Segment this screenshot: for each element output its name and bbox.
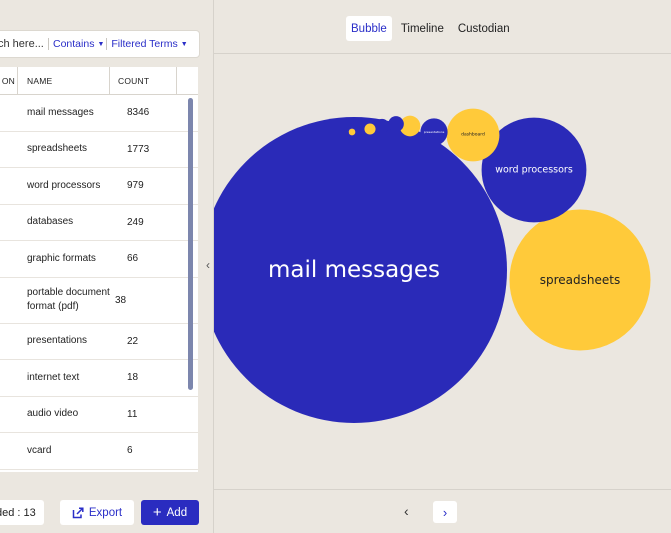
view-tabs: Bubble Timeline Custodian — [346, 16, 519, 41]
search-separator — [48, 38, 49, 50]
export-label: Export — [88, 506, 123, 519]
row-count: 249 — [127, 216, 144, 228]
filtered-terms-dropdown[interactable]: Filtered Terms ▼ — [111, 38, 187, 50]
table-body: mail messages 8346 spreadsheets 1773 word … — [0, 95, 198, 470]
column-header-count[interactable]: COUNT — [110, 67, 177, 94]
add-button[interactable]: + Add — [141, 500, 199, 525]
collapse-panel-icon[interactable]: ‹ — [206, 258, 210, 272]
table-row[interactable]: vcard 6 — [0, 433, 198, 470]
row-count: 8346 — [127, 107, 150, 119]
row-count: 979 — [127, 180, 144, 192]
row-count: 38 — [115, 294, 127, 306]
contains-dropdown[interactable]: Contains ▼ — [53, 38, 104, 50]
bubble-label: mail messages — [268, 257, 440, 283]
table-row[interactable]: portable document format (pdf) 38 — [0, 278, 198, 324]
row-name: mail messages — [27, 106, 94, 118]
row-count: 18 — [127, 372, 139, 384]
file-type-table: ON NAME COUNT mail messages 8346 spreadsh… — [0, 67, 198, 472]
bubble-label: presentations — [424, 130, 445, 134]
selected-count: ded : 13 — [0, 500, 44, 525]
row-count: 1773 — [127, 143, 150, 155]
search-separator-2 — [106, 38, 108, 50]
table-row[interactable]: spreadsheets 1773 — [0, 132, 198, 168]
bubble[interactable] — [348, 128, 356, 136]
previous-page-icon[interactable]: ‹ — [404, 503, 409, 519]
table-row[interactable]: presentations 22 — [0, 324, 198, 360]
row-count: 6 — [127, 445, 133, 457]
contains-dropdown-label: Contains — [53, 38, 95, 50]
table-row[interactable]: internet text 18 — [0, 360, 198, 397]
tab-custodian[interactable]: Custodian — [453, 16, 515, 41]
bubble[interactable] — [364, 123, 376, 135]
row-name: graphic formats — [27, 252, 96, 264]
bubble-chart: mail messages spreadsheets word processors… — [214, 108, 651, 423]
footer-divider — [214, 489, 671, 490]
row-name: spreadsheets — [27, 143, 88, 154]
add-label: Add — [166, 506, 188, 519]
bubble-label: spreadsheets — [540, 273, 620, 287]
row-name: audio video — [27, 408, 79, 419]
tab-bubble[interactable]: Bubble — [346, 16, 392, 41]
row-name: portable document format (pdf) — [27, 286, 110, 313]
row-count: 11 — [127, 408, 138, 420]
column-header-name[interactable]: NAME — [18, 67, 110, 94]
bubble[interactable] — [374, 118, 390, 134]
row-name: word processors — [27, 179, 101, 191]
export-icon — [72, 506, 84, 518]
row-count: 66 — [127, 253, 139, 265]
search-bar[interactable]: ch here... Contains ▼ Filtered Terms ▼ — [0, 31, 199, 57]
row-count: 22 — [127, 335, 139, 347]
table-header: ON NAME COUNT — [0, 67, 198, 95]
table-scrollbar[interactable] — [188, 98, 193, 390]
table-row[interactable]: mail messages 8346 — [0, 95, 198, 132]
chevron-down-icon: ▼ — [180, 40, 188, 48]
filtered-terms-label: Filtered Terms — [111, 38, 178, 50]
search-input[interactable]: ch here... — [0, 38, 46, 50]
table-row[interactable]: graphic formats 66 — [0, 241, 198, 278]
tab-timeline[interactable]: Timeline — [396, 16, 449, 41]
chevron-down-icon: ▼ — [97, 40, 105, 48]
bubble-label: dashboard — [461, 132, 485, 138]
table-row[interactable]: audio video 11 — [0, 397, 198, 433]
row-name: presentations — [27, 335, 88, 346]
bubble-label: word processors — [495, 165, 573, 176]
table-row[interactable]: word processors 979 — [0, 168, 198, 205]
export-button[interactable]: Export — [60, 500, 134, 525]
bubble[interactable] — [343, 130, 349, 136]
bubble[interactable] — [388, 116, 404, 132]
row-name: databases — [27, 216, 74, 227]
column-header-truncated[interactable]: ON — [0, 67, 18, 94]
plus-icon: + — [152, 504, 162, 521]
row-name: internet text — [27, 371, 80, 383]
table-row[interactable]: databases 249 — [0, 205, 198, 241]
left-panel: ch here... Contains ▼ Filtered Terms ▼ O… — [0, 0, 213, 533]
row-name: vcard — [27, 444, 52, 456]
next-page-button[interactable]: › — [433, 501, 457, 523]
bubble[interactable] — [355, 126, 365, 136]
